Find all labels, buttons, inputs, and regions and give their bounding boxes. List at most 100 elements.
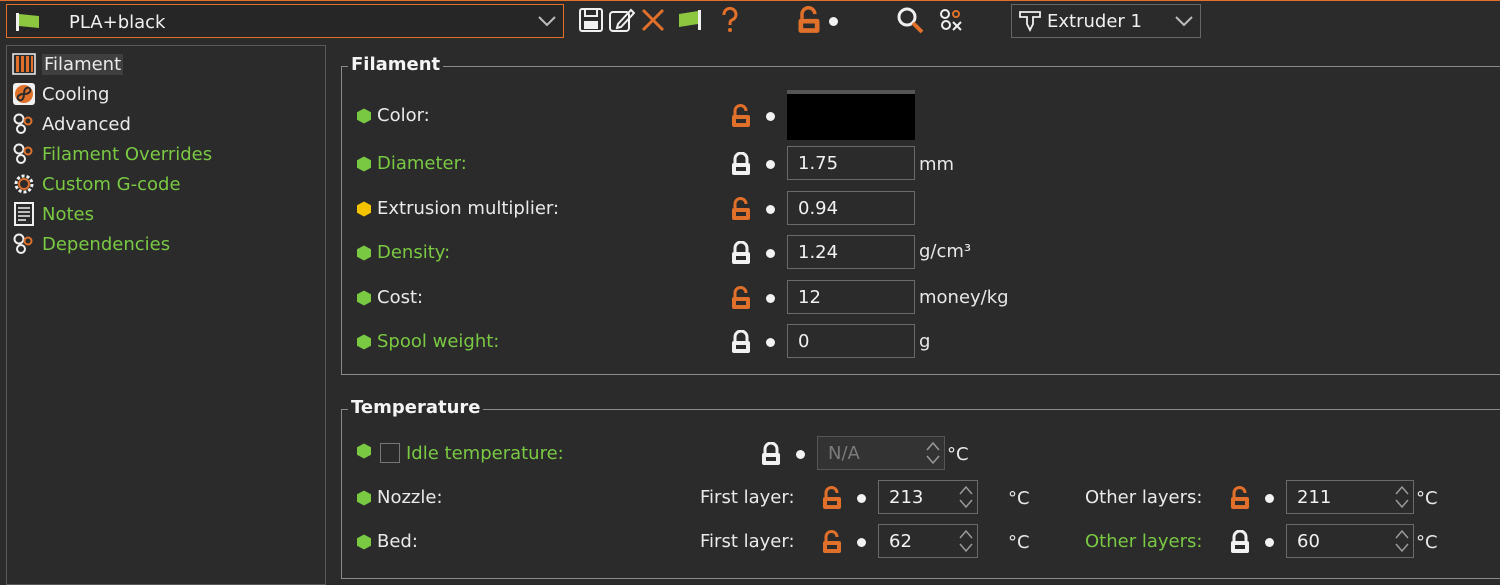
system-preset-hex-icon — [356, 156, 372, 172]
extruder-selector[interactable]: Extruder 1 — [1011, 4, 1201, 38]
lock-closed-icon[interactable] — [730, 330, 752, 354]
chevron-down-icon[interactable] — [537, 14, 557, 28]
nozzle-first-layer-unit: °C — [1008, 488, 1030, 509]
system-preset-hex-icon — [356, 245, 372, 261]
nozzle-label: Nozzle: — [356, 487, 443, 508]
spool-weight-input[interactable]: 0 — [787, 324, 915, 358]
lock-open-icon[interactable] — [730, 104, 752, 128]
preset-selector[interactable]: PLA+black — [6, 4, 564, 38]
extruder-label: Extruder 1 — [1047, 11, 1142, 32]
spin-arrows-icon[interactable] — [1393, 527, 1411, 555]
spin-arrows-icon[interactable] — [957, 527, 975, 555]
system-value-dot — [766, 249, 775, 258]
lock-open-icon[interactable] — [730, 197, 752, 221]
sidebar-item-custom-gcode[interactable]: Custom G-code — [12, 171, 181, 197]
temperature-group: Temperature Idle temperature: N/A °C Noz… — [341, 397, 1500, 579]
lock-closed-icon[interactable] — [730, 241, 752, 265]
bed-other-layers-input[interactable]: 60 — [1286, 524, 1414, 558]
idle-temperature-input[interactable]: N/A — [817, 436, 945, 470]
extrusion-multiplier-label: Extrusion multiplier: — [356, 198, 559, 219]
system-value-dot — [766, 160, 775, 169]
spool-weight-unit: g — [919, 331, 931, 352]
overrides-gears-icon — [12, 142, 36, 166]
extrusion-multiplier-input[interactable]: 0.94 — [787, 191, 915, 225]
sidebar-item-advanced[interactable]: Advanced — [12, 111, 131, 137]
system-value-dot — [857, 538, 866, 547]
diameter-label: Diameter: — [356, 153, 467, 174]
sidebar-item-cooling[interactable]: Cooling — [12, 81, 109, 107]
system-preset-hex-icon — [356, 534, 372, 550]
user-preset-hex-icon — [356, 201, 372, 217]
system-value-dot — [829, 17, 838, 26]
nozzle-first-layer-input[interactable]: 213 — [878, 480, 978, 514]
bed-first-layer-input[interactable]: 62 — [878, 524, 978, 558]
sidebar-item-label: Dependencies — [42, 233, 171, 255]
toolbar: PLA+black Extruder 1 — [0, 0, 1500, 43]
sidebar-item-filament[interactable]: Filament — [12, 51, 124, 77]
spin-arrows-icon[interactable] — [924, 439, 942, 467]
cost-label: Cost: — [356, 287, 423, 308]
system-value-dot — [766, 112, 775, 121]
settings-icon[interactable] — [937, 6, 965, 34]
system-value-dot — [766, 338, 775, 347]
system-preset-hex-icon — [356, 490, 372, 506]
lock-open-icon[interactable] — [821, 530, 843, 554]
sidebar-item-notes[interactable]: Notes — [12, 201, 94, 227]
lock-closed-icon[interactable] — [730, 152, 752, 176]
help-icon[interactable] — [716, 6, 744, 34]
rename-icon[interactable] — [607, 6, 635, 34]
spin-arrows-icon[interactable] — [1393, 483, 1411, 511]
sidebar-item-label: Advanced — [42, 113, 131, 135]
idle-temperature-label — [356, 443, 377, 459]
lock-closed-icon[interactable] — [1229, 530, 1251, 554]
system-value-dot — [1265, 538, 1274, 547]
sidebar-item-label: Custom G-code — [42, 173, 181, 195]
system-preset-hex-icon — [356, 290, 372, 306]
idle-temperature-text: Idle temperature: — [406, 443, 564, 464]
sidebar-item-label: Notes — [42, 203, 94, 225]
bed-first-layer-unit: °C — [1008, 532, 1030, 553]
cost-input[interactable]: 12 — [787, 280, 915, 314]
spin-arrows-icon[interactable] — [957, 483, 975, 511]
idle-temperature-checkbox[interactable] — [380, 443, 400, 463]
settings-page-list: Filament Cooling Advanced Filament Overr… — [6, 45, 326, 585]
lock-open-icon[interactable] — [795, 6, 823, 34]
spool-weight-label: Spool weight: — [356, 331, 499, 352]
density-input[interactable]: 1.24 — [787, 235, 915, 269]
color-label: Color: — [356, 105, 430, 126]
bed-first-layer-label: First layer: — [700, 531, 795, 552]
lock-open-icon[interactable] — [1229, 486, 1251, 510]
delete-icon[interactable] — [639, 6, 667, 34]
settings-panel: Filament Color: Diameter: 1.75 mm Extrus… — [326, 45, 1500, 579]
density-label: Density: — [356, 242, 450, 263]
search-icon[interactable] — [896, 6, 924, 34]
nozzle-first-layer-label: First layer: — [700, 487, 795, 508]
idle-temperature-unit: °C — [947, 444, 969, 465]
gcode-gear-icon — [14, 174, 34, 194]
diameter-unit: mm — [919, 154, 955, 175]
lock-open-icon[interactable] — [730, 286, 752, 310]
sidebar-item-filament-overrides[interactable]: Filament Overrides — [12, 141, 212, 167]
density-unit: g/cm³ — [919, 241, 972, 262]
advanced-gears-icon — [12, 112, 36, 136]
diameter-input[interactable]: 1.75 — [787, 146, 915, 180]
sidebar-item-dependencies[interactable]: Dependencies — [12, 231, 170, 257]
save-icon[interactable] — [577, 6, 605, 34]
filament-group: Filament Color: Diameter: 1.75 mm Extrus… — [341, 54, 1500, 375]
sidebar-item-label: Filament — [42, 53, 124, 75]
nozzle-other-layers-label: Other layers: — [1085, 487, 1203, 508]
sidebar-item-label: Filament Overrides — [42, 143, 213, 165]
notes-icon — [14, 202, 34, 226]
system-value-dot — [857, 494, 866, 503]
chevron-down-icon[interactable] — [1174, 14, 1194, 28]
nozzle-other-layers-input[interactable]: 211 — [1286, 480, 1414, 514]
compare-icon[interactable] — [677, 6, 705, 34]
color-swatch-button[interactable] — [787, 90, 915, 140]
bed-label: Bed: — [356, 531, 418, 552]
nozzle-other-layers-unit: °C — [1416, 488, 1438, 509]
system-value-dot — [796, 450, 805, 459]
cooling-fan-icon — [13, 83, 35, 105]
lock-closed-icon[interactable] — [760, 442, 782, 466]
bed-other-layers-label: Other layers: — [1085, 531, 1203, 552]
lock-open-icon[interactable] — [821, 486, 843, 510]
